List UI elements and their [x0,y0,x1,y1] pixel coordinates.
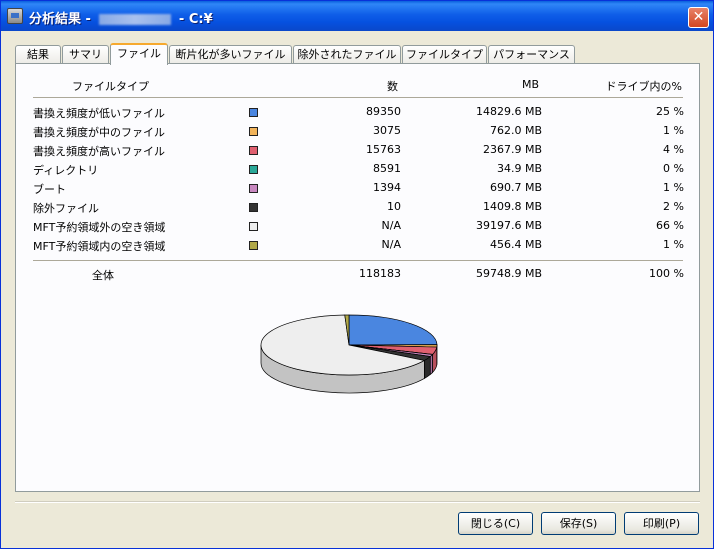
redacted-volume-name [98,14,171,25]
row-color-swatch [249,203,258,212]
close-icon: ✕ [692,9,705,25]
row-filetype: MFT予約領域内の空き領域 [33,240,166,253]
window-title-suffix: - C:¥ [178,12,213,27]
header-divider [33,97,683,98]
row-mb: 39197.6 MB [475,219,542,232]
tab-0[interactable]: 結果 [15,45,61,64]
window-title: 分析結果 - - C:¥ [29,8,213,27]
total-row: 全体 118183 59748.9 MB 100 % [16,267,701,286]
tab-6[interactable]: パフォーマンス [488,45,575,64]
row-filetype: ディレクトリ [33,164,99,177]
row-percent: 4 % [663,143,684,156]
total-divider [33,260,683,261]
window-title-prefix: 分析結果 - [29,12,91,27]
table-row: 書換え頻度が高いファイル 15763 2367.9 MB 4 % [16,143,701,162]
row-percent: 66 % [656,219,684,232]
table-row: ブート 1394 690.7 MB 1 % [16,181,701,200]
row-mb: 14829.6 MB [475,105,542,118]
row-color-swatch [249,241,258,250]
row-count: 15763 [366,143,401,156]
pie-slice-0 [348,314,438,346]
row-percent: 1 % [663,181,684,194]
tab-2[interactable]: ファイル [110,43,168,65]
table-row: 除外ファイル 10 1409.8 MB 2 % [16,200,701,219]
row-color-swatch [249,127,258,136]
total-count: 118183 [359,267,401,280]
total-percent: 100 % [649,267,684,280]
tab-3[interactable]: 断片化が多いファイル [169,45,292,64]
print-button[interactable]: 印刷(P) [624,512,699,535]
row-color-swatch [249,165,258,174]
row-percent: 1 % [663,238,684,251]
row-percent: 1 % [663,124,684,137]
row-filetype: 除外ファイル [33,202,99,215]
analysis-result-window: 分析結果 - - C:¥ ✕ 結果 サマリ ファイル 断片化が多いファイル 除外されたファ… [0,0,714,549]
row-mb: 762.0 MB [489,124,542,137]
table-row: 書換え頻度が低いファイル 89350 14829.6 MB 25 % [16,105,701,124]
save-button[interactable]: 保存(S) [541,512,616,535]
row-count: N/A [381,219,401,232]
row-color-swatch [249,222,258,231]
column-header-count: 数 [387,80,398,93]
table-row: MFT予約領域内の空き領域 N/A 456.4 MB 1 % [16,238,701,257]
tab-5[interactable]: ファイルタイプ [402,45,487,64]
close-button[interactable]: 閉じる(C) [458,512,533,535]
column-header-mb: MB [522,78,540,91]
row-count: N/A [381,238,401,251]
tab-4[interactable]: 除外されたファイル [293,45,401,64]
row-filetype: 書換え頻度が高いファイル [33,145,165,158]
table-row: ディレクトリ 8591 34.9 MB 0 % [16,162,701,181]
row-color-swatch [249,184,258,193]
title-bar[interactable]: 分析結果 - - C:¥ ✕ [1,1,713,31]
row-count: 8591 [373,162,401,175]
column-header-filetype: ファイルタイプ [72,80,149,93]
table-row: MFT予約領域外の空き領域 N/A 39197.6 MB 66 % [16,219,701,238]
row-percent: 2 % [663,200,684,213]
row-filetype: ブート [33,183,66,196]
row-filetype: 書換え頻度が中のファイル [33,126,165,139]
file-type-pie-chart [260,314,438,394]
total-mb: 59748.9 MB [475,267,542,280]
table-row: 書換え頻度が中のファイル 3075 762.0 MB 1 % [16,124,701,143]
row-filetype: 書換え頻度が低いファイル [33,107,165,120]
row-percent: 0 % [663,162,684,175]
row-mb: 456.4 MB [489,238,542,251]
row-color-swatch [249,146,258,155]
row-filetype: MFT予約領域外の空き領域 [33,221,166,234]
row-mb: 1409.8 MB [482,200,542,213]
total-label: 全体 [92,269,114,282]
row-color-swatch [249,108,258,117]
files-tab-panel: ファイルタイプ 数 MB ドライブ内の% 書換え頻度が低いファイル 89350 14… [15,63,700,492]
row-mb: 690.7 MB [489,181,542,194]
footer-divider [15,501,700,503]
defrag-app-icon [7,8,23,24]
row-mb: 34.9 MB [496,162,542,175]
row-mb: 2367.9 MB [482,143,542,156]
row-percent: 25 % [656,105,684,118]
close-window-button[interactable]: ✕ [688,7,709,28]
column-header-drive-percent: ドライブ内の% [605,80,682,93]
tab-1[interactable]: サマリ [62,45,109,64]
row-count: 3075 [373,124,401,137]
row-count: 1394 [373,181,401,194]
row-count: 10 [387,200,401,213]
row-count: 89350 [366,105,401,118]
